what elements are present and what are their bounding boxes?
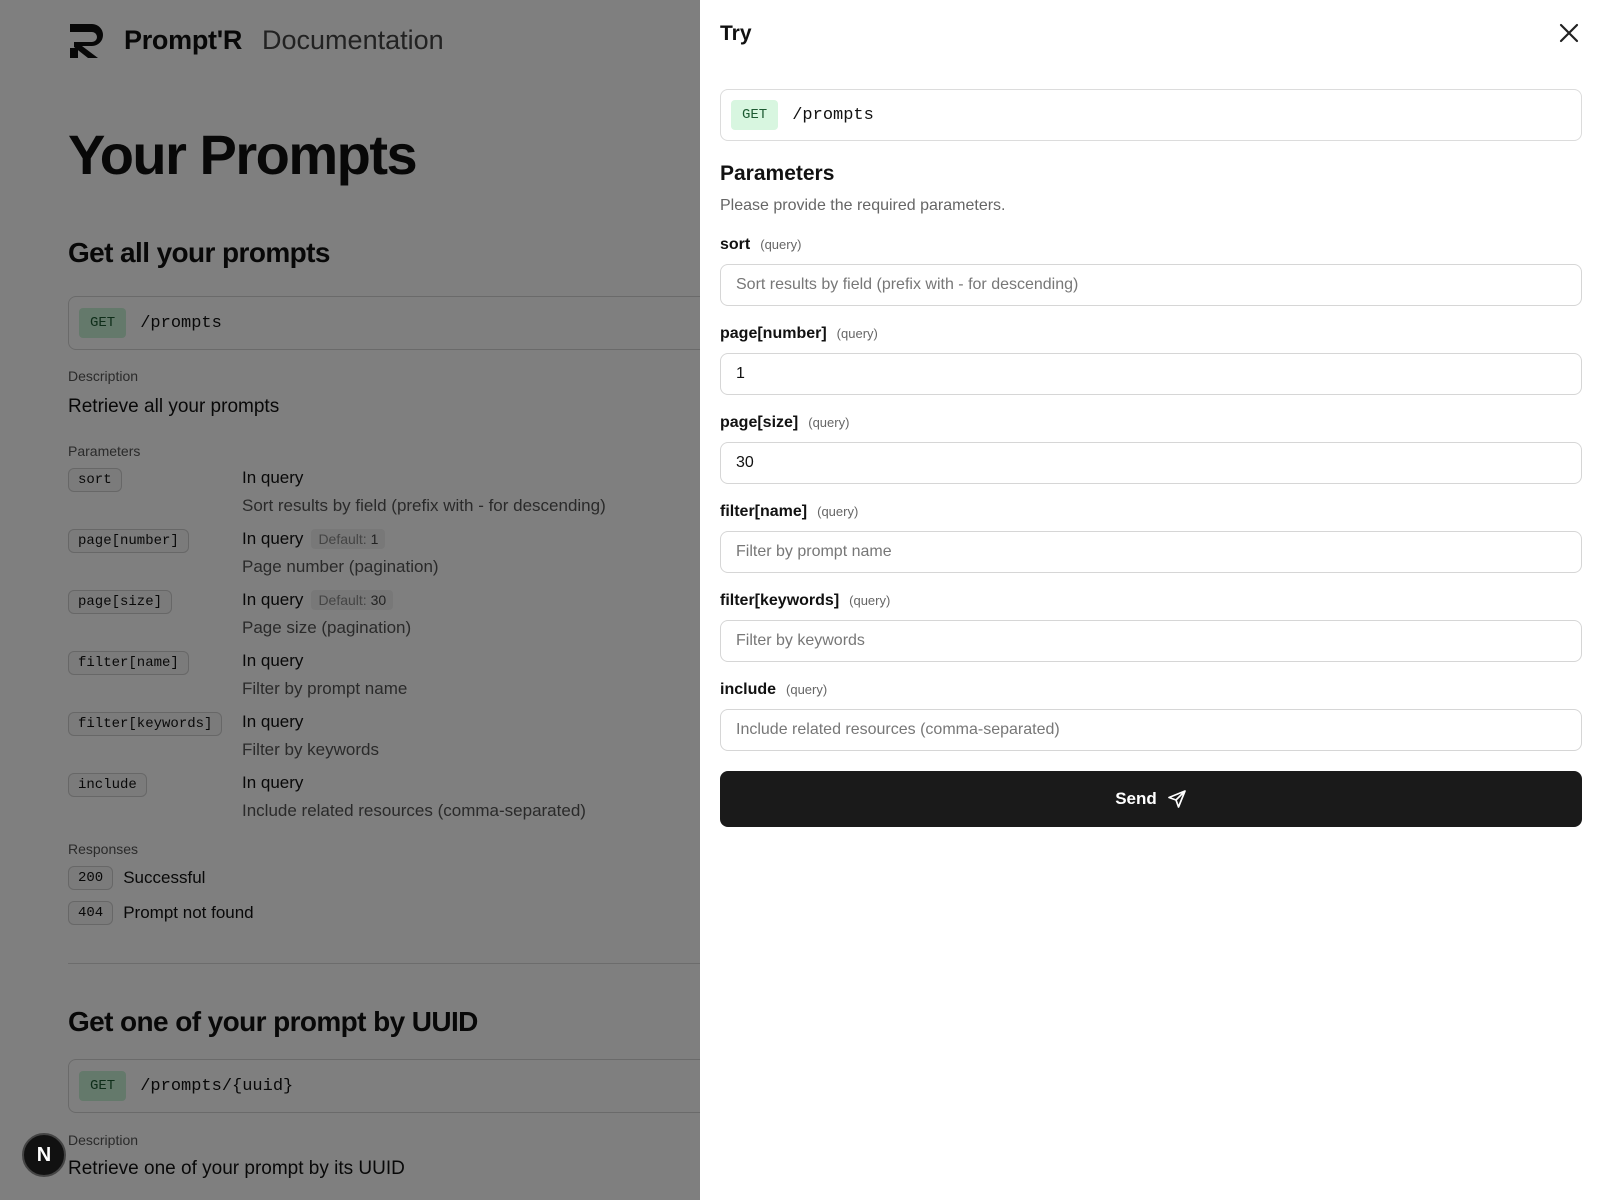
drawer-endpoint-bar: GET /prompts <box>720 89 1582 141</box>
field-filter-keywords: filter[keywords] (query) <box>720 592 1582 662</box>
field-label-row: sort (query) <box>720 236 1582 254</box>
filter-keywords-input[interactable] <box>720 620 1582 662</box>
field-location: (query) <box>808 415 850 430</box>
parameters-heading: Parameters <box>720 162 835 185</box>
drawer-title: Try <box>720 22 752 45</box>
endpoint-path: /prompts <box>792 105 874 125</box>
field-page-size: page[size] (query) <box>720 414 1582 484</box>
page-size-input[interactable] <box>720 442 1582 484</box>
field-label: sort <box>720 236 751 253</box>
field-label: page[number] <box>720 325 827 342</box>
badge-letter: N <box>36 1143 52 1166</box>
field-label-row: filter[keywords] (query) <box>720 592 1582 610</box>
send-button[interactable]: Send <box>720 771 1582 827</box>
next-dev-badge[interactable]: N <box>22 1133 66 1177</box>
field-label: page[size] <box>720 414 799 431</box>
field-label-row: include (query) <box>720 681 1582 699</box>
field-page-number: page[number] (query) <box>720 325 1582 395</box>
close-icon[interactable] <box>1556 20 1582 46</box>
field-filter-name: filter[name] (query) <box>720 503 1582 573</box>
parameters-subtitle: Please provide the required parameters. <box>720 197 1006 214</box>
field-location: (query) <box>760 237 802 252</box>
field-label-row: page[number] (query) <box>720 325 1582 343</box>
field-sort: sort (query) <box>720 236 1582 306</box>
try-drawer: Try GET /prompts Parameters Please provi… <box>700 0 1600 1200</box>
send-label: Send <box>1115 789 1157 808</box>
method-badge: GET <box>731 100 779 130</box>
include-input[interactable] <box>720 709 1582 751</box>
field-location: (query) <box>786 682 828 697</box>
field-location: (query) <box>836 326 878 341</box>
page-number-input[interactable] <box>720 353 1582 395</box>
field-label: include <box>720 681 777 698</box>
field-label: filter[name] <box>720 503 808 520</box>
field-label: filter[keywords] <box>720 592 840 609</box>
filter-name-input[interactable] <box>720 531 1582 573</box>
send-icon <box>1167 790 1186 808</box>
field-location: (query) <box>849 593 891 608</box>
field-location: (query) <box>817 504 859 519</box>
sort-input[interactable] <box>720 264 1582 306</box>
field-label-row: page[size] (query) <box>720 414 1582 432</box>
field-include: include (query) <box>720 681 1582 751</box>
field-label-row: filter[name] (query) <box>720 503 1582 521</box>
